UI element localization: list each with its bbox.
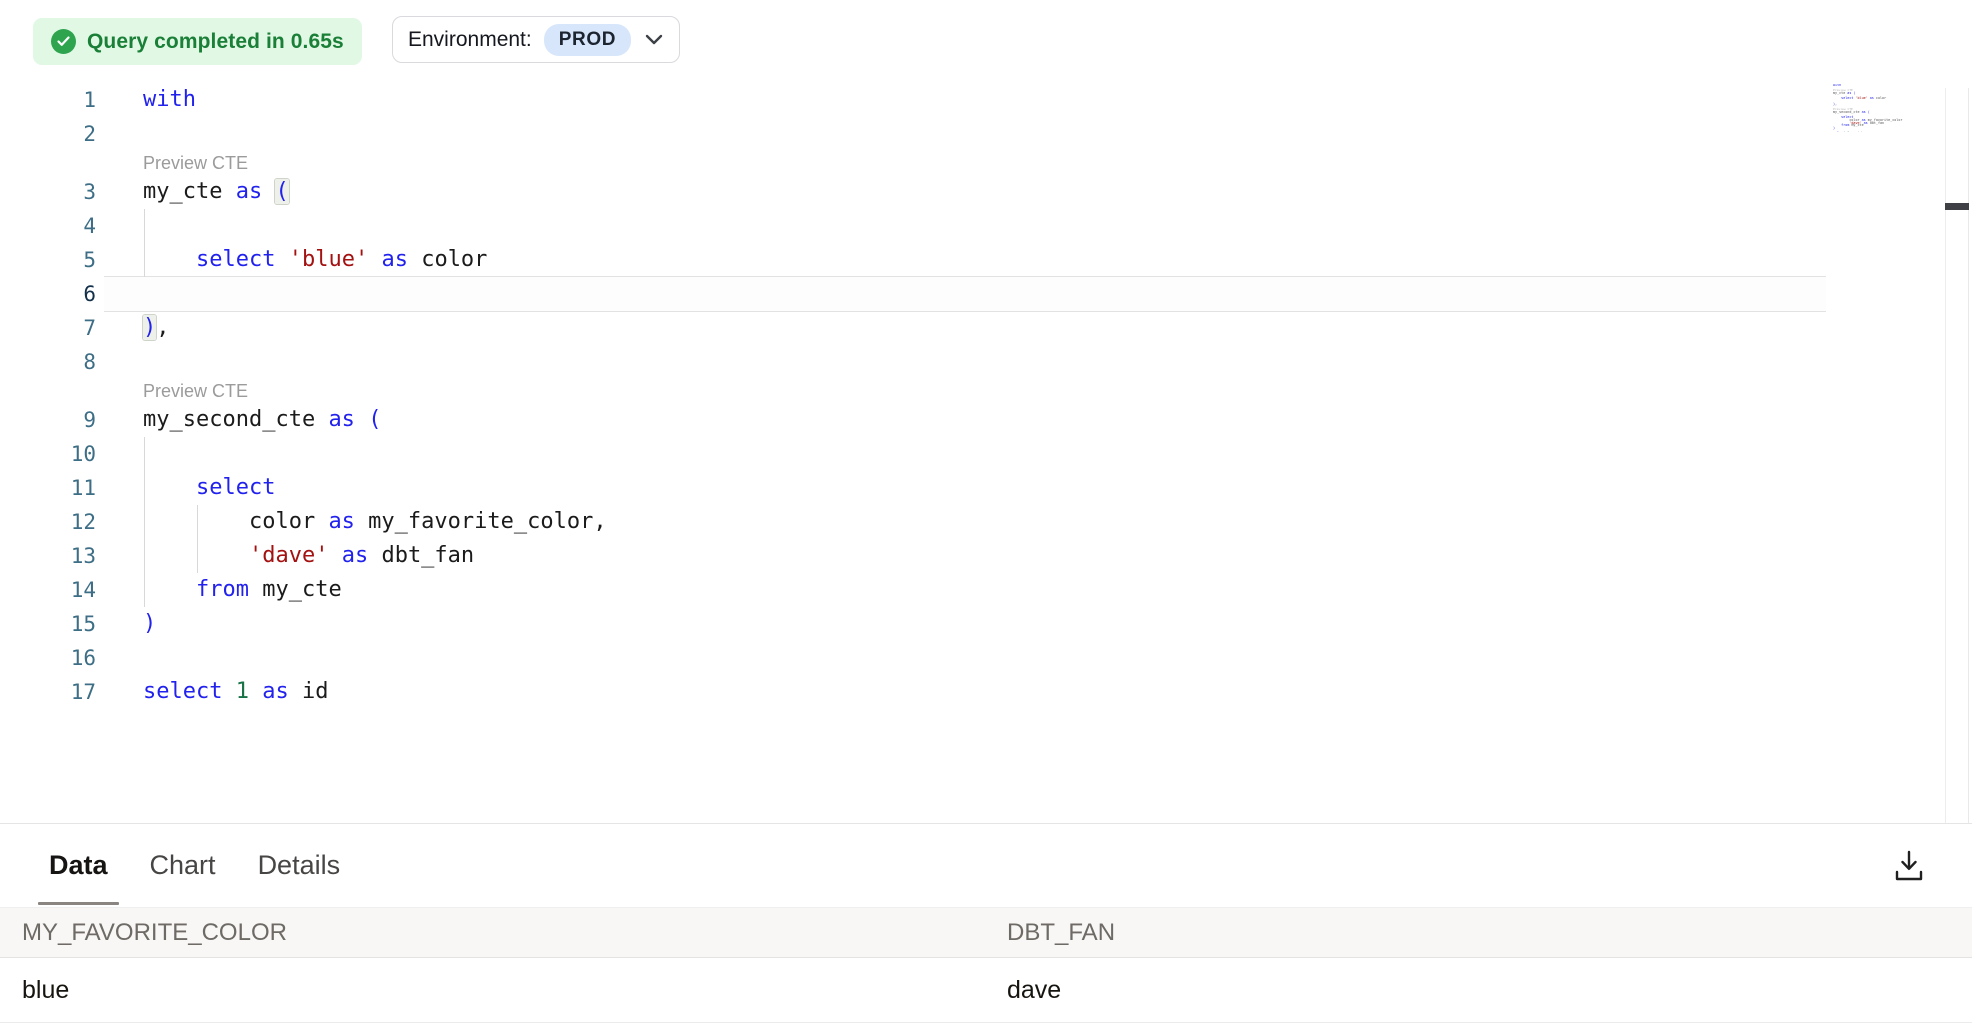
- chevron-down-icon: [645, 34, 663, 45]
- code-token: dbt_fan: [368, 543, 474, 568]
- indent-guide: [144, 209, 145, 277]
- line-number: 10: [0, 437, 96, 471]
- code-token: [143, 475, 196, 500]
- code-line[interactable]: select 'blue' as color: [143, 243, 487, 277]
- success-check-icon: [51, 29, 76, 54]
- code-token: color: [143, 509, 328, 534]
- code-token: as: [236, 179, 263, 204]
- line-number: 12: [0, 505, 96, 539]
- code-token: select: [196, 475, 275, 500]
- preview-cte-button[interactable]: Preview CTE: [143, 379, 248, 403]
- query-editor-page: Query completed in 0.65s Environment: PR…: [0, 0, 1972, 1026]
- code-token: [143, 577, 196, 602]
- line-number: 1: [0, 83, 96, 117]
- scrollbar-thumb[interactable]: [1945, 203, 1969, 210]
- code-token: as: [381, 247, 408, 272]
- preview-cte-button[interactable]: Preview CTE: [143, 151, 248, 175]
- code-token: select: [196, 247, 275, 272]
- code-token: my_favorite_color,: [355, 509, 607, 534]
- query-status-text: Query completed in 0.65s: [87, 30, 344, 54]
- indent-guide: [144, 437, 145, 607]
- line-number: 4: [0, 209, 96, 243]
- download-button[interactable]: [1890, 846, 1928, 886]
- code-token: as: [328, 509, 355, 534]
- code-token: id: [289, 679, 329, 704]
- tabs-host: DataChartDetails: [38, 824, 371, 908]
- table-cell: blue: [0, 976, 985, 1005]
- code-token: [328, 543, 341, 568]
- code-line[interactable]: from my_cte: [143, 573, 342, 607]
- code-token: [143, 543, 249, 568]
- query-status-badge: Query completed in 0.65s: [33, 18, 362, 65]
- code-line[interactable]: ),: [143, 311, 170, 345]
- environment-value-pill: PROD: [544, 24, 631, 56]
- code-token: as: [262, 679, 289, 704]
- code-token: 1: [236, 679, 249, 704]
- code-token: as: [342, 543, 369, 568]
- line-number: 16: [0, 641, 96, 675]
- code-line[interactable]: color as my_favorite_color,: [143, 505, 607, 539]
- code-token: [355, 407, 368, 432]
- table-row[interactable]: bluedave: [0, 958, 1972, 1023]
- code-token: ): [143, 611, 156, 636]
- code-token: [249, 679, 262, 704]
- line-number: 14: [0, 573, 96, 607]
- line-number: 11: [0, 471, 96, 505]
- line-number: 13: [0, 539, 96, 573]
- line-number: 5: [0, 243, 96, 277]
- line-number: 2: [0, 117, 96, 151]
- environment-label: Environment:: [408, 28, 532, 52]
- result-table-body: bluedave: [0, 958, 1972, 1023]
- line-number: 8: [0, 345, 96, 379]
- line-number: 15: [0, 607, 96, 641]
- code-token: (: [368, 407, 381, 432]
- column-header: MY_FAVORITE_COLOR: [0, 919, 985, 947]
- matched-bracket: ): [143, 315, 156, 340]
- code-line[interactable]: select: [143, 471, 275, 505]
- code-token: 'blue': [289, 247, 368, 272]
- tab-chart[interactable]: Chart: [139, 824, 227, 908]
- code-line[interactable]: 'dave' as dbt_fan: [143, 539, 474, 573]
- code-token: my_cte: [249, 577, 342, 602]
- matched-bracket: (: [275, 179, 288, 204]
- download-icon: [1894, 850, 1924, 882]
- code-token: [275, 247, 288, 272]
- line-number: 9: [0, 403, 96, 437]
- code-token: from: [196, 577, 249, 602]
- tab-details[interactable]: Details: [247, 824, 352, 908]
- code-token: color: [408, 247, 487, 272]
- results-panel: DataChartDetails MY_FAVORITE_COLORDBT_FA…: [0, 823, 1972, 1026]
- code-line[interactable]: my_cte as (: [143, 175, 289, 209]
- line-number: 7: [0, 311, 96, 345]
- code-token: with: [143, 87, 196, 112]
- code-line[interactable]: select 1 as id: [143, 675, 328, 709]
- code-line[interactable]: ): [143, 607, 156, 641]
- code-token: [368, 247, 381, 272]
- indent-guide: [197, 505, 198, 573]
- code-token: select: [143, 679, 222, 704]
- code-token: ,: [156, 315, 169, 340]
- result-table-header: MY_FAVORITE_COLORDBT_FAN: [0, 908, 1972, 958]
- code-token: [143, 247, 196, 272]
- environment-selector[interactable]: Environment: PROD: [392, 16, 680, 63]
- editor-minimap[interactable]: with Preview CTEmy_cte as ( select 'blue…: [1833, 84, 1903, 132]
- active-line-highlight: [104, 276, 1826, 312]
- code-token: 'dave': [249, 543, 328, 568]
- sql-code-editor[interactable]: 1with2Preview CTE3my_cte as (45 select '…: [0, 66, 1972, 823]
- code-token: as: [328, 407, 355, 432]
- code-token: [262, 179, 275, 204]
- code-token: [222, 679, 235, 704]
- code-token: my_cte: [143, 179, 236, 204]
- scrollbar-track: [1945, 88, 1946, 823]
- line-number: 3: [0, 175, 96, 209]
- tab-data[interactable]: Data: [38, 824, 119, 908]
- code-line[interactable]: with: [143, 83, 196, 117]
- column-header: DBT_FAN: [985, 919, 1972, 947]
- table-cell: dave: [985, 976, 1972, 1005]
- line-number: 6: [0, 277, 96, 311]
- code-line[interactable]: my_second_cte as (: [143, 403, 381, 437]
- line-number: 17: [0, 675, 96, 709]
- code-token: my_second_cte: [143, 407, 328, 432]
- results-tabbar: DataChartDetails: [0, 824, 1972, 908]
